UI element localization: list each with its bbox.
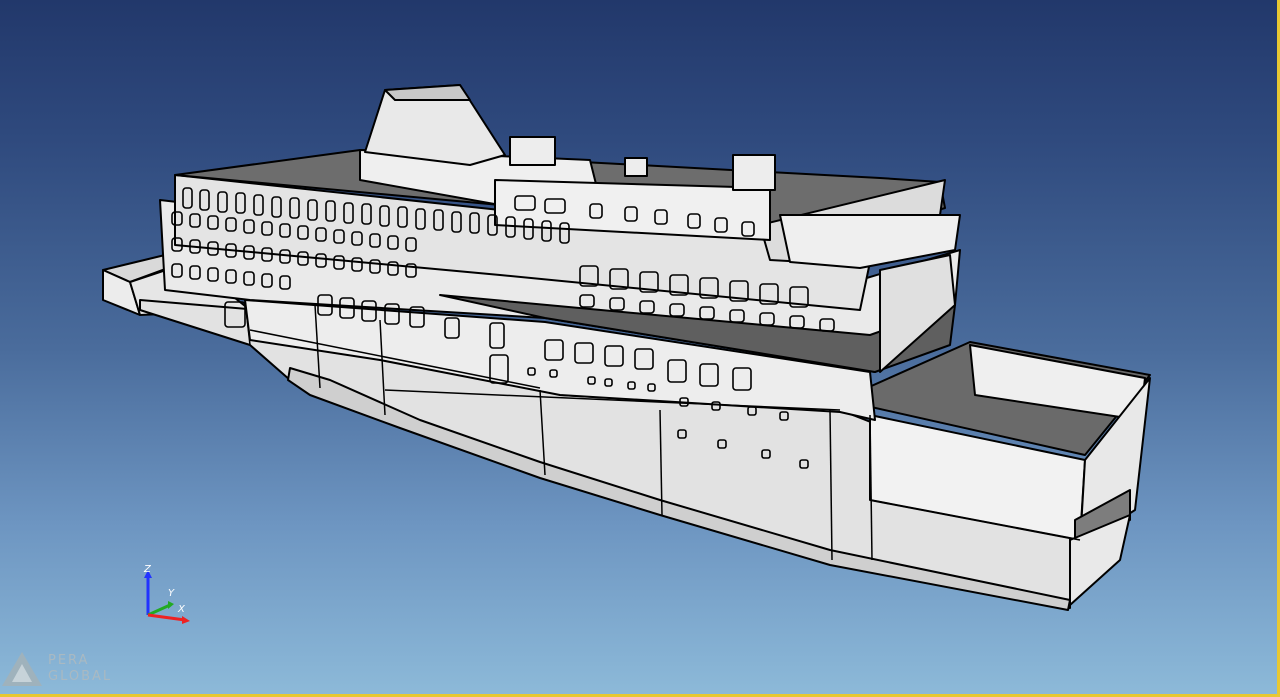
- logo-line2: GLOBAL: [48, 669, 113, 684]
- x-axis-label: X: [178, 604, 185, 615]
- mast-box-3: [624, 157, 648, 177]
- 3d-viewport[interactable]: Z Y X PERA GLOBAL: [0, 0, 1280, 697]
- y-axis-label: Y: [168, 588, 175, 599]
- mast-box-2: [732, 154, 776, 191]
- funnel-top: [384, 84, 471, 101]
- orientation-triad: Z Y X: [130, 560, 200, 635]
- pera-global-logo: PERA GLOBAL: [2, 650, 142, 690]
- logo-line1: PERA: [48, 653, 90, 668]
- pera-global-logo-icon: [2, 652, 42, 686]
- mast-box-1: [509, 136, 556, 166]
- z-axis-label: Z: [144, 564, 151, 575]
